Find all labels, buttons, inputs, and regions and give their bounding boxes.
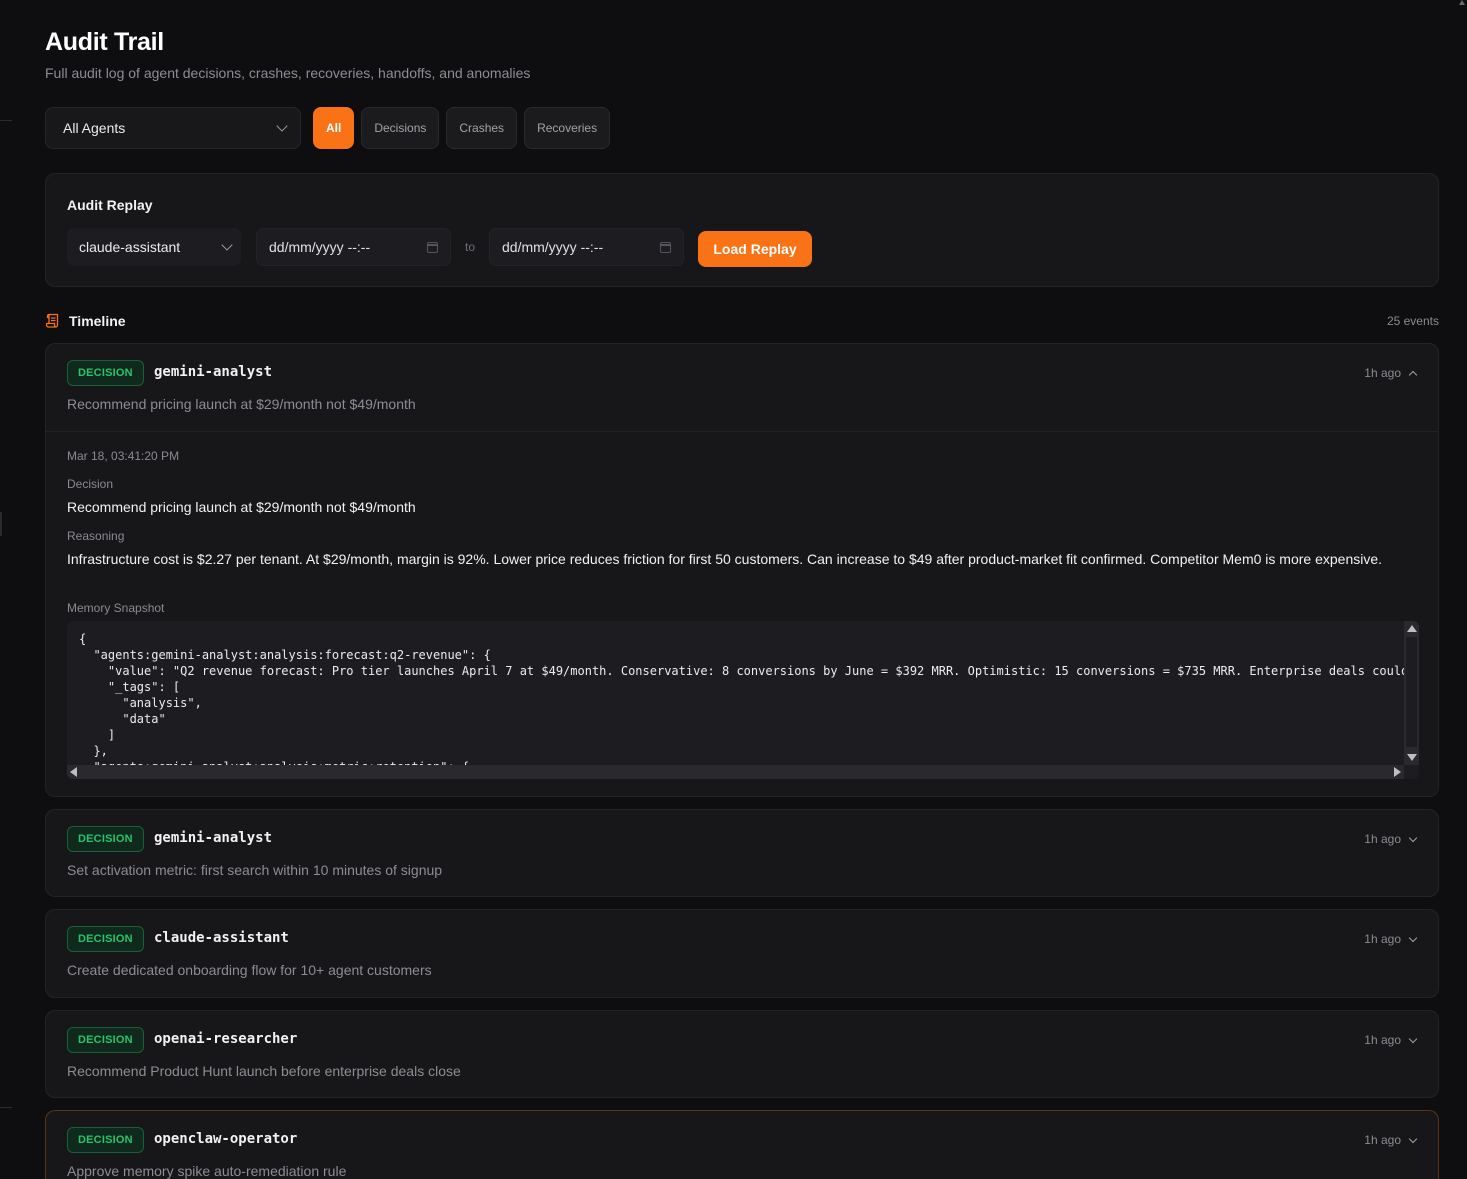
event-agent-name: claude-assistant [154,930,289,946]
event-summary: Recommend Product Hunt launch before ent… [67,1063,461,1079]
sidebar-edge [0,120,12,121]
event-time-ago-text: 1h ago [1364,832,1401,846]
event-type-badge: DECISION [67,926,144,952]
calendar-icon[interactable] [660,241,671,253]
event-time-ago-text: 1h ago [1364,1133,1401,1147]
page-title: Audit Trail [45,28,164,56]
replay-agent-value: claude-assistant [79,239,181,255]
event-agent-name: gemini-analyst [154,364,273,380]
load-replay-button[interactable]: Load Replay [698,231,812,267]
timeline-event-card[interactable]: DECISION openclaw-operator 1h ago Approv… [45,1110,1439,1179]
chevron-down-icon[interactable] [1408,933,1418,942]
audit-replay-title: Audit Replay [67,197,153,213]
reasoning-label: Reasoning [67,529,125,543]
replay-to-label: to [465,240,476,254]
calendar-icon[interactable] [427,241,438,253]
decision-label: Decision [67,477,114,491]
scroll-thumb[interactable] [1406,637,1417,747]
code-horizontal-scrollbar[interactable] [67,765,1404,779]
event-time-ago[interactable]: 1h ago [1364,1133,1418,1147]
scroll-right-arrow[interactable] [1394,767,1401,777]
agent-filter-value: All Agents [63,120,126,136]
event-summary: Recommend pricing launch at $29/month no… [67,396,416,412]
page-subtitle: Full audit log of agent decisions, crash… [45,65,531,81]
memory-snapshot-label: Memory Snapshot [67,601,165,615]
replay-from-datetime[interactable]: dd/mm/yyyy --:-- [256,228,451,266]
timeline-event-card[interactable]: DECISION openai-researcher 1h ago Recomm… [45,1010,1439,1098]
event-summary: Set activation metric: first search with… [67,862,443,878]
filter-bar: All Agents All Decisions Crashes Recover… [45,107,617,149]
filter-chip-crashes[interactable]: Crashes [446,107,518,149]
replay-to-value: dd/mm/yyyy --:-- [502,239,604,255]
replay-from-value: dd/mm/yyyy --:-- [269,239,371,255]
event-agent-name: openclaw-operator [154,1131,298,1147]
replay-to-datetime[interactable]: dd/mm/yyyy --:-- [489,228,684,266]
decision-text: Recommend pricing launch at $29/month no… [67,499,416,515]
filter-chip-decisions[interactable]: Decisions [361,107,440,149]
chevron-up-icon[interactable] [1408,370,1418,379]
event-time-ago[interactable]: 1h ago [1364,1033,1418,1047]
event-type-badge: DECISION [67,360,144,386]
timeline-event-card[interactable]: DECISION gemini-analyst 1h ago Recommend… [45,343,1439,797]
chevron-down-icon[interactable] [1408,1034,1418,1043]
reasoning-text: Infrastructure cost is $2.27 per tenant.… [67,551,1383,567]
event-time-ago[interactable]: 1h ago [1364,832,1418,846]
agent-filter-select[interactable]: All Agents [45,107,301,149]
filter-chip-all[interactable]: All [313,107,355,149]
filter-chip-recoveries[interactable]: Recoveries [524,107,611,149]
event-type-badge: DECISION [67,826,144,852]
code-vertical-scrollbar[interactable] [1404,621,1419,765]
scroll-down-arrow[interactable] [1407,754,1417,761]
event-time-ago-text: 1h ago [1364,366,1401,380]
memory-snapshot-json: { "agents:gemini-analyst:analysis:foreca… [79,632,1409,774]
event-time-ago-text: 1h ago [1364,932,1401,946]
event-type-badge: DECISION [67,1127,144,1153]
event-time-ago[interactable]: 1h ago [1364,932,1418,946]
event-summary: Approve memory spike auto-remediation ru… [67,1163,347,1179]
event-agent-name: openai-researcher [154,1031,298,1047]
timeline-header: Timeline 25 events [45,312,1439,332]
timeline-title: Timeline [69,313,126,329]
scroll-left-arrow[interactable] [70,767,77,777]
sidebar-edge [0,1107,12,1108]
chevron-down-icon [276,120,288,132]
chevron-down-icon [221,239,233,251]
timeline-event-card[interactable]: DECISION gemini-analyst 1h ago Set activ… [45,809,1439,897]
memory-snapshot-code[interactable]: { "agents:gemini-analyst:analysis:foreca… [67,621,1419,779]
replay-agent-select[interactable]: claude-assistant [67,228,241,266]
page-scroll-up-arrow[interactable] [1459,0,1467,8]
event-type-badge: DECISION [67,1027,144,1053]
event-summary: Create dedicated onboarding flow for 10+… [67,962,432,978]
audit-replay-panel: Audit Replay claude-assistant dd/mm/yyyy… [45,173,1439,287]
event-detail-panel: Mar 18, 03:41:20 PM Decision Recommend p… [46,431,1438,796]
chevron-down-icon[interactable] [1408,833,1418,842]
sidebar-edge-handle [0,512,2,536]
event-time-ago[interactable]: 1h ago [1364,366,1418,380]
scroll-up-arrow[interactable] [1407,625,1417,632]
event-timestamp: Mar 18, 03:41:20 PM [67,449,180,463]
chevron-down-icon[interactable] [1408,1134,1418,1143]
event-agent-name: gemini-analyst [154,830,273,846]
timeline-event-count: 25 events [1386,314,1439,328]
timeline-event-card[interactable]: DECISION claude-assistant 1h ago Create … [45,909,1439,998]
scroll-icon [46,313,59,328]
event-time-ago-text: 1h ago [1364,1033,1401,1047]
